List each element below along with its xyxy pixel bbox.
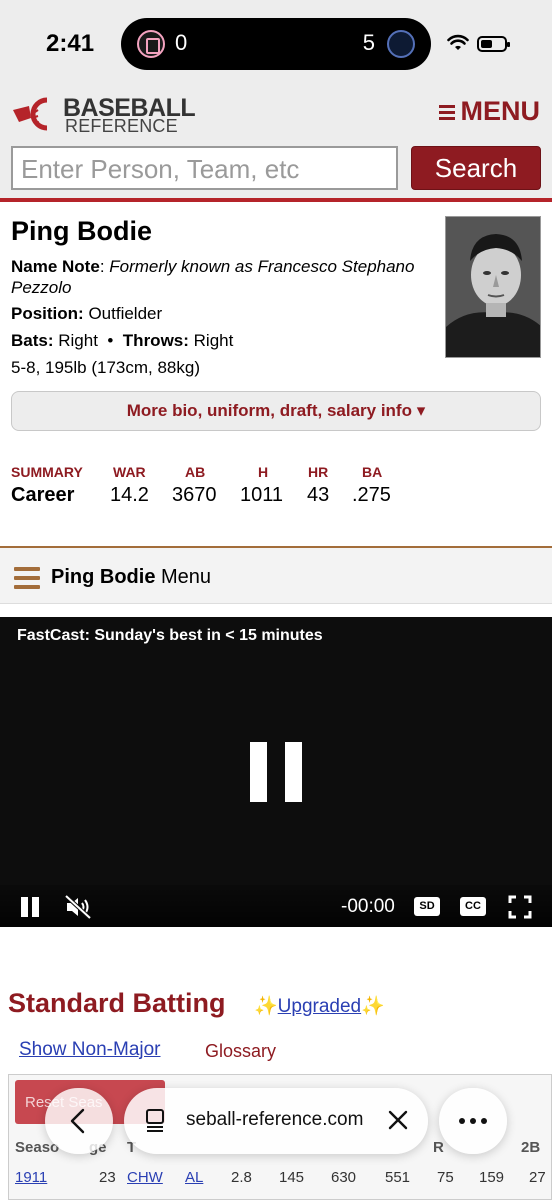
cell-2b: 27 — [529, 1169, 546, 1186]
tabs-overview-icon[interactable] — [144, 1108, 168, 1132]
video-controls: -00:00 SD CC — [0, 885, 552, 927]
browser-address-bar[interactable]: seball-reference.com — [124, 1088, 428, 1154]
summary-header-hr: HR — [308, 464, 329, 480]
summary-ba-value: .275 — [352, 484, 391, 506]
score-right: 5 — [362, 30, 375, 55]
position: Position: Outfielder — [11, 303, 421, 324]
browser-more-button[interactable] — [439, 1088, 507, 1154]
column-header-runs[interactable]: R — [433, 1139, 444, 1156]
cell-g: 145 — [279, 1169, 305, 1186]
more-dots-icon — [481, 1118, 487, 1124]
browser-back-button[interactable] — [45, 1088, 113, 1154]
bats-throws: Bats: Right • Throws: Right — [11, 330, 421, 351]
more-dots-icon — [470, 1118, 476, 1124]
page-menu-icon — [14, 567, 40, 589]
name-note-label: Name Note — [11, 257, 100, 276]
upgraded-link-text: Upgraded — [277, 996, 362, 1017]
standard-batting-title: Standard Batting — [8, 988, 226, 1018]
fullscreen-icon[interactable] — [508, 895, 532, 919]
main-menu-button[interactable]: MENU — [438, 96, 541, 127]
cell-team[interactable]: CHW — [127, 1169, 163, 1186]
summary-h-value: 1011 — [240, 484, 284, 506]
cell-season[interactable]: 1911 — [15, 1169, 47, 1186]
muted-speaker-icon[interactable] — [64, 894, 92, 920]
brand-name-bottom: REFERENCE — [65, 116, 178, 136]
summary-header-war: WAR — [113, 464, 146, 480]
team-logo-right-icon — [387, 30, 415, 58]
battery-icon — [477, 36, 510, 52]
cell-age: 23 — [99, 1169, 116, 1186]
player-bio: Ping Bodie Name Note: Formerly known as … — [0, 202, 552, 548]
wifi-icon — [447, 34, 469, 50]
team-logo-left-icon — [137, 30, 165, 58]
upgraded-link[interactable]: ✨Upgraded✨ — [254, 994, 385, 1018]
throws-label: Throws: — [122, 331, 189, 350]
search-input[interactable]: Enter Person, Team, etc — [11, 146, 398, 190]
cell-league[interactable]: AL — [185, 1169, 203, 1186]
bio-separator: • — [107, 331, 114, 350]
summary-header-ab: AB — [185, 464, 206, 480]
more-bio-button[interactable]: More bio, uniform, draft, salary info ▾ — [11, 391, 541, 431]
cell-h: 159 — [479, 1169, 505, 1186]
summary-hr-value: 43 — [307, 484, 330, 506]
dynamic-island-live-activity[interactable]: 0 5 — [121, 18, 431, 70]
column-header-doubles[interactable]: 2B — [521, 1139, 540, 1156]
player-portrait-image — [446, 217, 540, 357]
site-header: BASEBALL REFERENCE MENU Enter Person, Te… — [0, 84, 552, 202]
player-photo[interactable] — [445, 216, 541, 358]
sparkle-icon: ✨ — [254, 996, 278, 1017]
page-menu-player-name: Ping Bodie — [51, 566, 156, 588]
cell-pa: 630 — [331, 1169, 357, 1186]
site-logo[interactable]: BASEBALL REFERENCE — [11, 94, 211, 136]
captions-button[interactable]: CC — [460, 897, 486, 916]
close-icon[interactable] — [386, 1108, 410, 1132]
cell-r: 75 — [437, 1169, 454, 1186]
sparkle-icon: ✨ — [361, 996, 385, 1017]
cell-ab: 551 — [385, 1169, 411, 1186]
ios-status-bar: 2:41 0 5 — [0, 0, 552, 84]
video-title: FastCast: Sunday's best in < 15 minutes — [17, 627, 323, 644]
summary-header-label: SUMMARY — [11, 464, 83, 480]
quality-button[interactable]: SD — [414, 897, 440, 916]
page-menu-suffix: Menu — [161, 566, 212, 588]
url-text: seball-reference.com — [186, 1109, 364, 1130]
position-label: Position: — [11, 304, 84, 323]
show-non-major-link[interactable]: Show Non-Major — [19, 1039, 161, 1061]
pause-big-icon[interactable] — [250, 742, 302, 802]
summary-header-ba: BA — [362, 464, 383, 480]
menu-label: MENU — [460, 96, 541, 126]
page-menu-label: Ping Bodie Menu — [51, 566, 211, 589]
cell-war: 2.8 — [231, 1169, 252, 1186]
bats-value: Right — [58, 331, 98, 350]
more-dots-icon — [459, 1118, 465, 1124]
throws-value: Right — [193, 331, 234, 350]
pause-icon[interactable] — [19, 894, 43, 918]
video-time: -00:00 — [341, 896, 395, 917]
position-value: Outfielder — [88, 304, 163, 323]
summary-ab-value: 3670 — [172, 484, 217, 506]
bats-label: Bats: — [11, 331, 54, 350]
summary-war-value: 14.2 — [110, 484, 149, 506]
status-time: 2:41 — [46, 30, 95, 57]
search-button[interactable]: Search — [411, 146, 541, 190]
baseball-logo-icon — [13, 97, 48, 131]
summary-row-label: Career — [11, 484, 75, 506]
height-weight: 5-8, 195lb (173cm, 88kg) — [11, 358, 200, 377]
video-player[interactable]: FastCast: Sunday's best in < 15 minutes … — [0, 617, 552, 927]
score-left: 0 — [175, 30, 188, 55]
hamburger-icon — [438, 104, 455, 120]
summary-header-h: H — [258, 464, 269, 480]
name-note: Name Note: Formerly known as Francesco S… — [11, 257, 415, 297]
chevron-left-icon — [70, 1108, 85, 1134]
glossary-link[interactable]: Glossary — [205, 1041, 276, 1062]
player-page-menu[interactable]: Ping Bodie Menu — [0, 546, 552, 604]
player-name: Ping Bodie — [11, 216, 152, 246]
